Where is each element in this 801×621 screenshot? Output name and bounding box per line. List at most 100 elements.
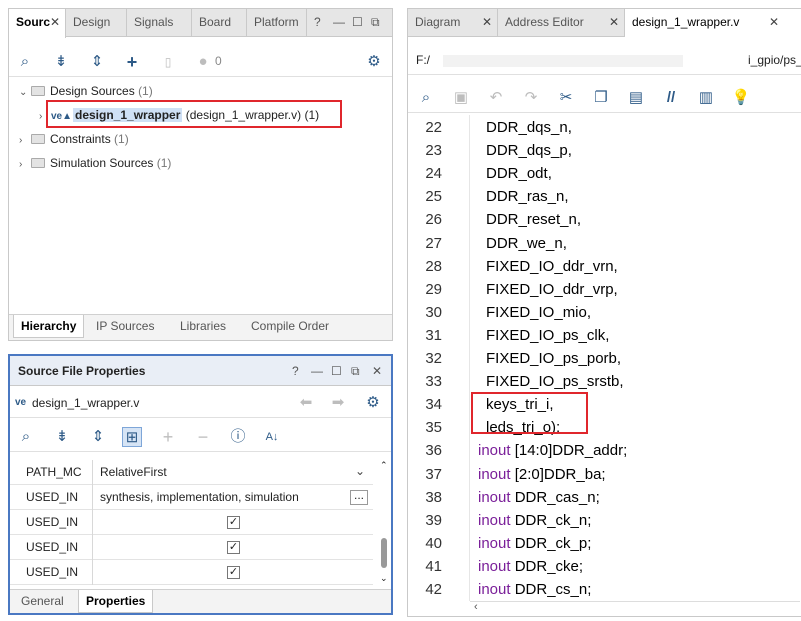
tab-address-editor[interactable]: Address Editor ✕ [498, 9, 625, 37]
help-icon[interactable]: ? [314, 15, 321, 29]
chevron-right-icon[interactable]: › [19, 155, 31, 175]
close-icon[interactable]: ✕ [769, 9, 779, 35]
property-name: USED_IN [10, 535, 93, 560]
paste-icon[interactable]: ▤ [626, 88, 646, 108]
tab-design[interactable]: Design [66, 9, 127, 37]
comment-icon[interactable]: // [661, 88, 681, 108]
property-row[interactable]: USED_IN synthesis, implementation, simul… [10, 485, 373, 510]
expand-all-icon[interactable]: ⇕ [88, 427, 108, 447]
code-line[interactable]: 25 DDR_ras_n, [408, 185, 793, 208]
code-line[interactable]: 39 inout DDR_ck_n; [408, 509, 793, 532]
minimize-icon[interactable]: — [311, 364, 323, 378]
add-sources-icon[interactable]: + [122, 52, 142, 72]
checkbox[interactable]: ✓ [227, 516, 240, 529]
tree-item-design-sources[interactable]: ⌄ Design Sources (1) [19, 81, 153, 101]
search-icon[interactable]: ⌕ [15, 52, 35, 72]
code-line[interactable]: 41 inout DDR_cke; [408, 555, 793, 578]
tree-item-simulation-sources[interactable]: › Simulation Sources (1) [19, 153, 171, 173]
float-icon[interactable]: ⧉ [351, 364, 360, 379]
code-line[interactable]: 29 FIXED_IO_ddr_vrp, [408, 278, 793, 301]
horizontal-scrollbar[interactable]: ‹ [470, 601, 800, 615]
close-icon[interactable]: ✕ [482, 9, 492, 35]
code-line[interactable]: 42 inout DDR_cs_n; [408, 578, 793, 601]
scroll-thumb[interactable] [381, 538, 387, 568]
gear-icon[interactable]: ⚙ [363, 393, 383, 413]
scroll-down-icon[interactable]: ⌄ [380, 573, 388, 584]
more-button[interactable]: ... [350, 489, 368, 505]
checkbox[interactable]: ✓ [227, 566, 240, 579]
tab-diagram[interactable]: Diagram ✕ [408, 9, 498, 37]
copy-icon[interactable]: ❐ [591, 88, 611, 108]
code-line[interactable]: 31 FIXED_IO_ps_clk, [408, 324, 793, 347]
gear-icon[interactable]: ⚙ [364, 52, 384, 72]
sort-icon[interactable]: A↓ [262, 427, 282, 447]
code-line[interactable]: 32 FIXED_IO_ps_porb, [408, 347, 793, 370]
code-line[interactable]: 34 keys_tri_i, [408, 393, 793, 416]
code-line[interactable]: 33 FIXED_IO_ps_srstb, [408, 370, 793, 393]
remove-icon[interactable]: − [193, 427, 213, 447]
code-line[interactable]: 37 inout [2:0]DDR_ba; [408, 463, 793, 486]
code-line[interactable]: 26 DDR_reset_n, [408, 208, 793, 231]
maximize-icon[interactable]: ☐ [352, 15, 363, 29]
code-area[interactable]: 22 DDR_dqs_n, 23 DDR_dqs_p, 24 DDR_odt, 25 DDR_… [408, 115, 800, 601]
property-row[interactable]: USED_IN ✓ [10, 535, 373, 560]
tab-ip-sources[interactable]: IP Sources [89, 315, 161, 338]
collapse-all-icon[interactable]: ⇟ [51, 52, 71, 72]
code-line[interactable]: 35 leds_tri_o); [408, 416, 793, 439]
search-icon[interactable]: ⌕ [416, 88, 436, 108]
code-line[interactable]: 28 FIXED_IO_ddr_vrn, [408, 255, 793, 278]
column-select-icon[interactable]: ▥ [696, 88, 716, 108]
checkbox[interactable]: ✓ [227, 541, 240, 554]
property-row[interactable]: PATH_MC RelativeFirst ⌄ [10, 460, 373, 485]
float-icon[interactable]: ⧉ [371, 15, 380, 30]
property-row[interactable]: USED_IN ✓ [10, 510, 373, 535]
minimize-icon[interactable]: — [333, 15, 345, 29]
undo-icon[interactable]: ↶ [486, 88, 506, 108]
tab-libraries[interactable]: Libraries [173, 315, 233, 338]
code-line[interactable]: 38 inout DDR_cas_n; [408, 486, 793, 509]
add-icon[interactable]: + [158, 427, 178, 447]
redo-icon[interactable]: ↷ [521, 88, 541, 108]
info-icon[interactable]: ⓘ [228, 427, 248, 447]
tab-hierarchy[interactable]: Hierarchy [13, 315, 85, 338]
back-arrow-icon[interactable]: ⬅ [296, 393, 316, 413]
chevron-right-icon[interactable]: › [19, 131, 31, 151]
properties-scrollbar[interactable]: ⌃ ⌄ [378, 460, 390, 584]
lightbulb-icon[interactable]: 💡 [731, 88, 751, 108]
code-line[interactable]: 36 inout [14:0]DDR_addr; [408, 439, 793, 462]
unknown-file-icon[interactable]: ▯ [158, 52, 178, 72]
code-line[interactable]: 24 DDR_odt, [408, 162, 793, 185]
scroll-left-icon[interactable]: ‹ [474, 601, 478, 613]
close-icon[interactable]: ✕ [372, 364, 382, 378]
forward-arrow-icon[interactable]: ➡ [328, 393, 348, 413]
tab-platform[interactable]: Platform [247, 9, 307, 37]
group-icon[interactable]: ⊞ [122, 427, 142, 447]
tab-signals[interactable]: Signals [127, 9, 192, 37]
code-line[interactable]: 40 inout DDR_ck_p; [408, 532, 793, 555]
expand-all-icon[interactable]: ⇕ [87, 52, 107, 72]
tab-general[interactable]: General [14, 590, 71, 613]
chevron-down-icon[interactable]: ⌄ [355, 464, 365, 478]
help-icon[interactable]: ? [292, 364, 299, 378]
keyword: inout [478, 511, 511, 529]
tab-board[interactable]: Board [192, 9, 247, 37]
tab-properties[interactable]: Properties [78, 590, 154, 613]
chevron-down-icon[interactable]: ⌄ [19, 83, 31, 103]
collapse-all-icon[interactable]: ⇟ [52, 427, 72, 447]
cut-icon[interactable]: ✂ [556, 88, 576, 108]
tab-sources[interactable]: Sourc ✕ [9, 9, 66, 38]
scroll-up-icon[interactable]: ⌃ [380, 460, 388, 471]
save-icon[interactable]: ▣ [451, 88, 471, 108]
code-line[interactable]: 27 DDR_we_n, [408, 232, 793, 255]
code-line[interactable]: 30 FIXED_IO_mio, [408, 301, 793, 324]
search-icon[interactable]: ⌕ [16, 427, 36, 447]
tab-compile-order[interactable]: Compile Order [244, 315, 336, 338]
maximize-icon[interactable]: ☐ [331, 364, 342, 378]
tree-item-constraints[interactable]: › Constraints (1) [19, 129, 129, 149]
code-line[interactable]: 22 DDR_dqs_n, [408, 116, 793, 139]
close-icon[interactable]: ✕ [50, 9, 60, 35]
tab-design-1-wrapper[interactable]: design_1_wrapper.v ✕ [625, 9, 801, 38]
property-row[interactable]: USED_IN ✓ [10, 560, 373, 585]
close-icon[interactable]: ✕ [609, 9, 619, 35]
code-line[interactable]: 23 DDR_dqs_p, [408, 139, 793, 162]
